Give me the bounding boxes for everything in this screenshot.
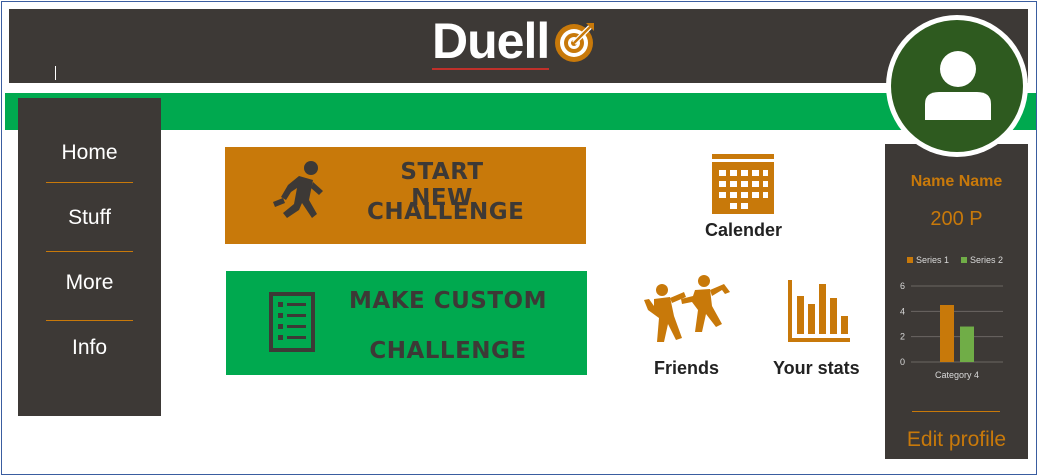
avatar[interactable] [886,15,1028,157]
chart-legend: Series 1 Series 2 [907,255,1003,265]
sidebar-item-more[interactable]: More [18,271,161,295]
profile-name: Name Name [910,173,1003,190]
checklist-icon [269,292,315,352]
friends-dancing-icon [644,275,730,342]
stats-tile[interactable]: Your stats [770,278,870,382]
profile-divider [912,411,1000,412]
y-tick-label: 0 [900,357,905,367]
calendar-label: Calender [705,220,783,240]
edit-profile-link[interactable]: Edit profile [885,428,1028,452]
y-tick-label: 6 [900,281,905,291]
legend-swatch [907,257,913,263]
start-new-challenge-button[interactable]: START NEW CHALLENGE [225,147,586,244]
make-custom-challenge-button[interactable]: MAKE CUSTOM CHALLENGE [226,271,587,375]
sidebar: Home Stuff More Info [18,98,161,416]
logo-text: Duell [432,13,550,70]
bar-1 [940,305,954,362]
text-cursor [55,66,56,80]
sidebar-divider [46,251,133,252]
legend-label: Series 2 [970,255,1003,265]
start-label-line2: CHALLENGE [367,199,525,225]
app-logo[interactable]: Duell [432,14,598,72]
legend-swatch [961,257,967,263]
bar-2 [960,326,974,362]
sidebar-divider [46,182,133,183]
target-icon [555,23,595,62]
stats-label: Your stats [773,358,860,378]
user-avatar-icon [925,51,991,120]
custom-label-line1: MAKE CUSTOM [349,288,547,314]
sidebar-divider [46,320,133,321]
friends-label: Friends [654,358,720,378]
running-person-icon [273,161,323,218]
sidebar-item-info[interactable]: Info [18,336,161,360]
y-tick-label: 2 [900,332,905,342]
profile-points: 200 P [930,208,983,230]
y-tick-label: 4 [900,306,905,316]
avatar-circle [891,20,1023,152]
x-tick-label: Category 4 [935,370,979,380]
friends-tile[interactable]: Friends [638,272,738,382]
legend-label: Series 1 [916,255,949,265]
profile-stats-chart: Series 1 Series 2 0 2 4 6 Category 4 [900,255,1003,380]
sidebar-item-home[interactable]: Home [18,141,161,165]
profile-panel: Name Name 200 P Series 1 Series 2 0 2 4 6 Cat… [885,144,1028,459]
bar-chart-icon [788,280,850,342]
calendar-tile[interactable]: Calender [700,152,790,242]
custom-label-line2: CHALLENGE [369,338,527,364]
sidebar-item-stuff[interactable]: Stuff [18,206,161,230]
calendar-icon [712,154,774,214]
